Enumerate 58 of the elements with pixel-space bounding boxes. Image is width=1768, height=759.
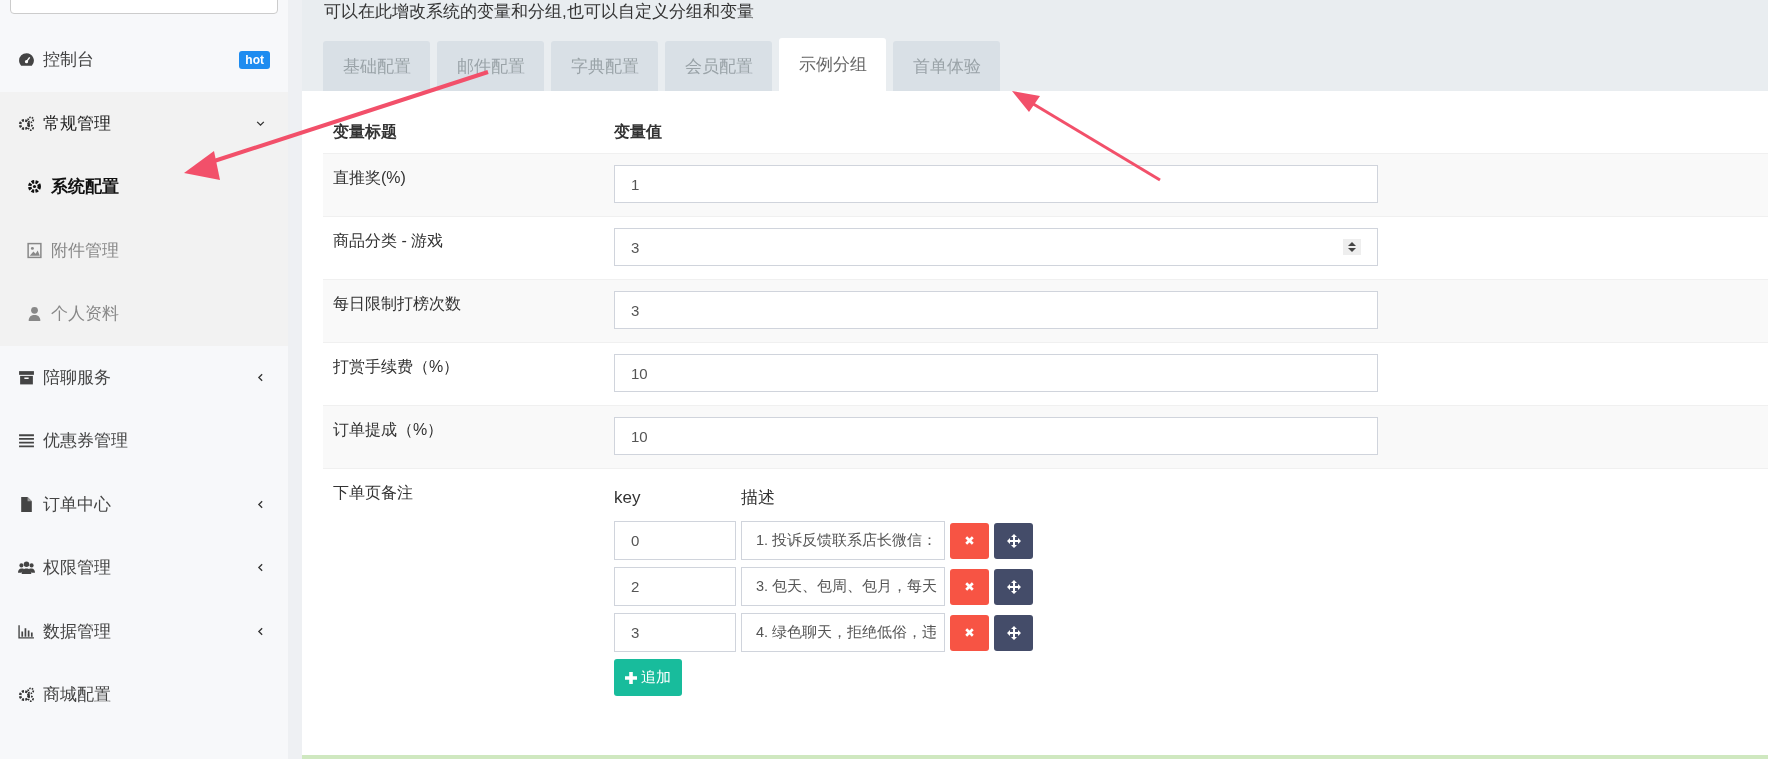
description-field[interactable]: 3. 包天、包周、包月，每天 — [741, 567, 945, 606]
plus-icon — [625, 671, 637, 684]
image-icon — [26, 241, 43, 259]
list-icon — [18, 432, 35, 450]
variable-label: 打赏手续费（%） — [333, 357, 461, 377]
key-field[interactable]: 2 — [614, 567, 736, 606]
users-icon — [18, 559, 35, 577]
move-icon — [1006, 533, 1021, 548]
close-icon — [964, 581, 975, 592]
delete-button[interactable] — [950, 568, 989, 605]
description-field[interactable]: 4. 绿色聊天，拒绝低俗，违 — [741, 613, 945, 652]
description-field[interactable]: 1. 投诉反馈联系店长微信： — [741, 521, 945, 560]
variable-label: 下单页备注 — [333, 483, 414, 503]
input-field[interactable]: 3 — [614, 291, 1378, 329]
submenu-item[interactable]: 系统配置 — [0, 155, 288, 219]
variable-label: 订单提成（%） — [333, 420, 445, 440]
archive-icon — [18, 368, 35, 386]
file-icon — [18, 495, 35, 513]
field-value: 3 — [631, 238, 640, 256]
close-icon — [964, 627, 975, 638]
variable-label: 每日限制打榜次数 — [333, 294, 462, 314]
drag-button[interactable] — [994, 522, 1033, 559]
column-header: key — [614, 487, 642, 508]
column-header: 描述 — [741, 487, 776, 509]
key-field[interactable]: 3 — [614, 613, 736, 652]
gear-icon — [26, 178, 43, 196]
menu-item[interactable]: 订单中心 — [0, 472, 288, 536]
move-icon — [1006, 579, 1021, 594]
key-field[interactable]: 0 — [614, 521, 736, 560]
tab[interactable]: 示例分组 — [779, 38, 886, 91]
menu-item[interactable]: 数据管理 — [0, 599, 288, 663]
menu-item[interactable]: 商城配置 — [0, 663, 288, 727]
number-field[interactable]: 3 — [614, 228, 1378, 266]
column-header: 变量标题 — [333, 122, 398, 142]
bar-chart-icon — [18, 622, 35, 640]
drag-button[interactable] — [994, 614, 1033, 651]
dashboard-icon — [18, 51, 35, 69]
spinner-icon[interactable] — [1343, 239, 1361, 255]
variable-label: 直推奖(%) — [333, 168, 407, 188]
delete-button[interactable] — [950, 522, 989, 559]
input-field[interactable]: 10 — [614, 417, 1378, 455]
gears-icon — [18, 114, 35, 132]
menu-item[interactable]: 陪聊服务 — [0, 345, 288, 409]
hot-badge: hot — [239, 50, 270, 69]
close-icon — [964, 535, 975, 546]
delete-button[interactable] — [950, 614, 989, 651]
menu-item[interactable]: 优惠券管理 — [0, 409, 288, 473]
move-icon — [1006, 625, 1021, 640]
page-description: 可以在此增改系统的变量和分组,也可以自定义分组和变量 — [323, 1, 755, 23]
user-icon — [26, 305, 43, 323]
column-header: 变量值 — [614, 122, 663, 142]
input-field[interactable]: 1 — [614, 165, 1378, 203]
gears-icon — [18, 686, 35, 704]
menu-item[interactable]: 控制台 hot — [0, 28, 288, 92]
drag-button[interactable] — [994, 568, 1033, 605]
input-field[interactable]: 10 — [614, 354, 1378, 392]
menu-item[interactable]: 权限管理 — [0, 536, 288, 600]
variable-label: 商品分类 - 游戏 — [333, 231, 445, 251]
